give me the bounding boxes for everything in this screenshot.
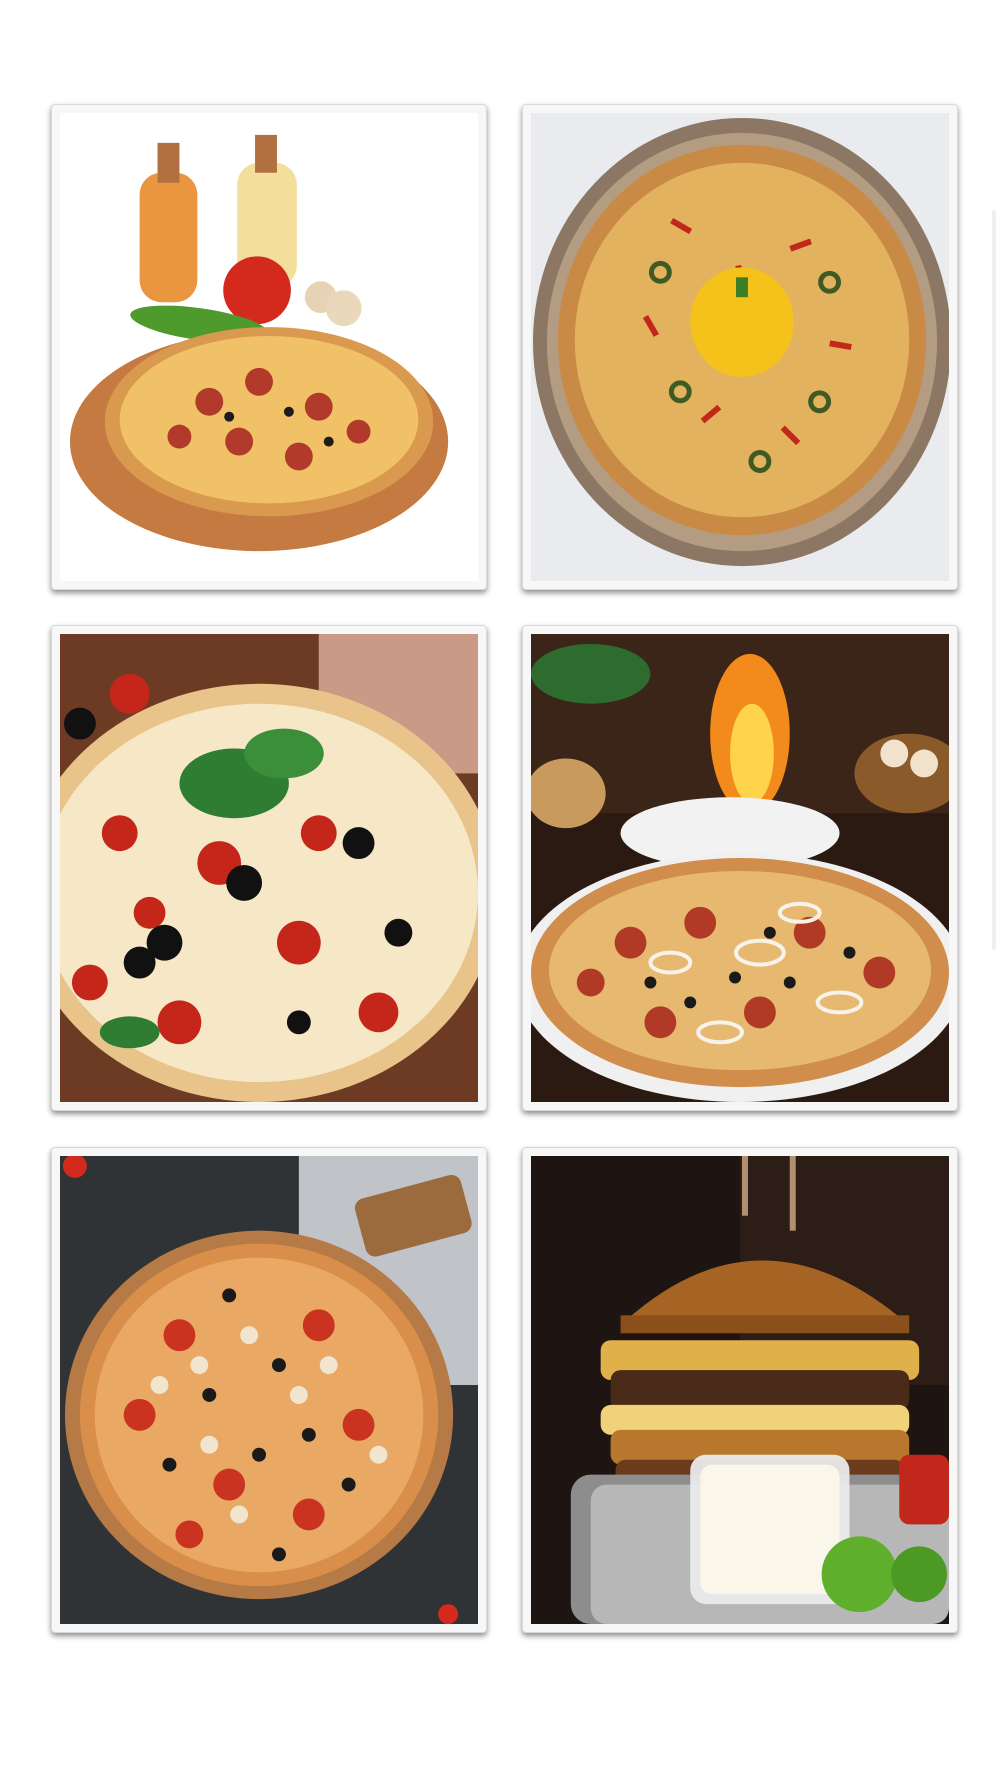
gallery-item-6[interactable] bbox=[522, 1147, 958, 1633]
gallery-item-1[interactable] bbox=[51, 104, 487, 590]
mushroom-pizza-on-board-photo bbox=[60, 1156, 478, 1624]
burger-with-sauce-photo bbox=[531, 1156, 949, 1624]
basil-olive-pizza-photo bbox=[60, 634, 478, 1102]
gallery-item-3[interactable] bbox=[51, 625, 487, 1111]
gallery-item-2[interactable] bbox=[522, 104, 958, 590]
scrollbar[interactable] bbox=[992, 210, 996, 950]
pizza-with-oil-bottles-photo bbox=[60, 113, 478, 581]
gallery-item-5[interactable] bbox=[51, 1147, 487, 1633]
photo-gallery bbox=[0, 0, 1000, 1778]
onion-olive-pizza-by-fire-photo bbox=[531, 634, 949, 1102]
gallery-item-4[interactable] bbox=[522, 625, 958, 1111]
pepper-pizza-on-metal-tray-photo bbox=[531, 113, 949, 581]
